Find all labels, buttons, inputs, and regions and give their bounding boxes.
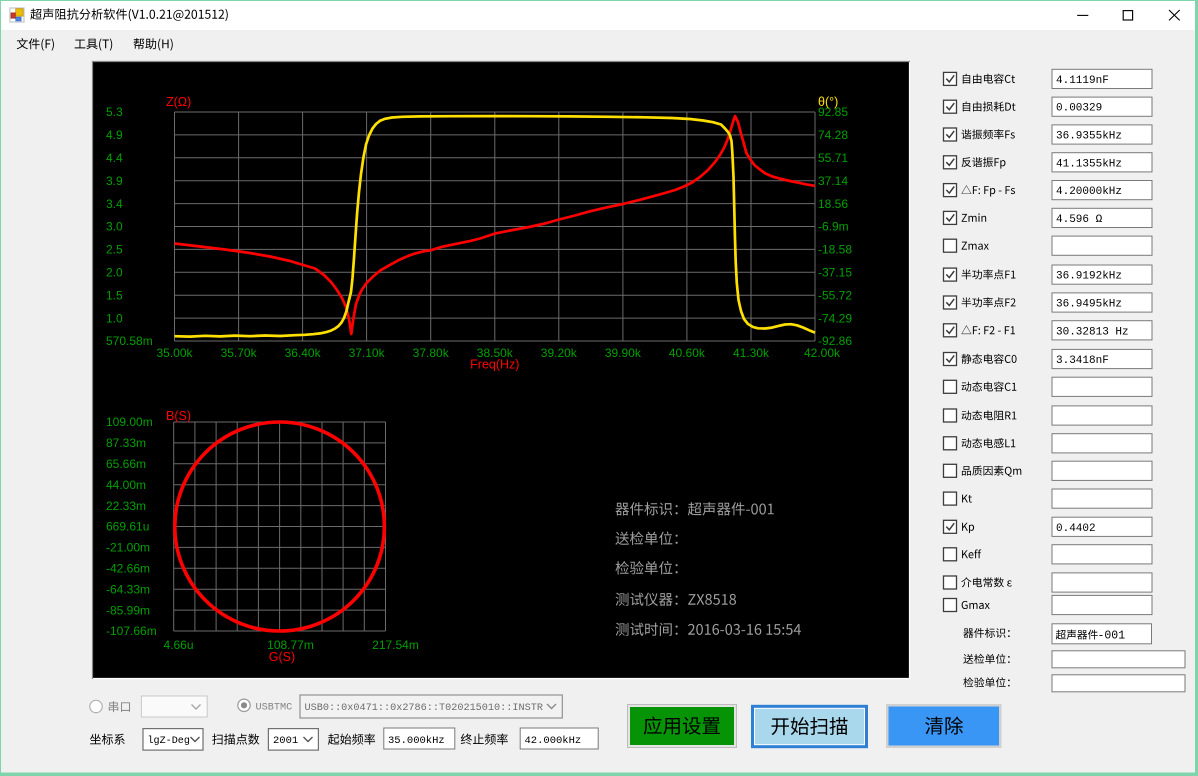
svg-text:-37.15: -37.15: [818, 266, 852, 280]
svg-text:1.5: 1.5: [106, 288, 123, 302]
svg-text:3.9: 3.9: [106, 174, 123, 188]
svg-text:-107.66m: -107.66m: [106, 624, 157, 638]
svg-text:-6.9m: -6.9m: [818, 220, 849, 234]
svg-text:37.10k: 37.10k: [349, 346, 386, 360]
svg-text:22.33m: 22.33m: [106, 499, 146, 513]
svg-text:36.9495kHz: 36.9495kHz: [1056, 299, 1122, 311]
svg-text:Z(Ω): Z(Ω): [166, 95, 191, 109]
svg-text:4.9: 4.9: [106, 128, 123, 142]
svg-text:0.4402: 0.4402: [1056, 523, 1096, 535]
svg-text:lgZ-Deg: lgZ-Deg: [148, 735, 190, 747]
svg-text:39.90k: 39.90k: [605, 346, 642, 360]
svg-text:4.596 Ω: 4.596 Ω: [1056, 214, 1103, 226]
svg-text:-85.99m: -85.99m: [106, 603, 150, 617]
svg-text:35.70k: 35.70k: [221, 346, 258, 360]
svg-text:42.000kHz: 42.000kHz: [525, 735, 582, 747]
svg-text:35.00k: 35.00k: [156, 346, 193, 360]
svg-text:4.4: 4.4: [106, 151, 123, 165]
svg-text:18.56: 18.56: [818, 197, 848, 211]
svg-text:30.32813 Hz: 30.32813 Hz: [1056, 326, 1129, 338]
svg-text:36.9192kHz: 36.9192kHz: [1056, 271, 1122, 283]
svg-text:2.5: 2.5: [106, 243, 123, 257]
svg-text:3.3418nF: 3.3418nF: [1056, 355, 1109, 367]
svg-text:-55.72: -55.72: [818, 288, 852, 302]
svg-text:-21.00m: -21.00m: [106, 541, 150, 555]
svg-text:4.66u: 4.66u: [163, 638, 193, 652]
svg-text:0.00329: 0.00329: [1056, 103, 1102, 115]
svg-text:109.00m: 109.00m: [106, 415, 153, 429]
svg-text:37.14: 37.14: [818, 174, 848, 188]
svg-text:-42.66m: -42.66m: [106, 562, 150, 576]
svg-text:35.000kHz: 35.000kHz: [388, 735, 445, 747]
svg-text:3.0: 3.0: [106, 220, 123, 234]
svg-text:USB0::0x0471::0x2786::T0202150: USB0::0x0471::0x2786::T020215010::INSTR: [305, 703, 543, 714]
svg-text:65.66m: 65.66m: [106, 457, 146, 471]
svg-text:2.0: 2.0: [106, 266, 123, 280]
svg-text:Freq(Hz): Freq(Hz): [470, 358, 519, 372]
svg-text:40.60k: 40.60k: [669, 346, 706, 360]
svg-text:39.20k: 39.20k: [541, 346, 578, 360]
svg-text:1.0: 1.0: [106, 311, 123, 325]
svg-text:41.1355kHz: 41.1355kHz: [1056, 158, 1122, 170]
svg-text:2001: 2001: [273, 735, 298, 747]
svg-text:5.3: 5.3: [106, 105, 123, 119]
svg-text:669.61u: 669.61u: [106, 520, 149, 534]
svg-text:-001: -001: [1098, 630, 1126, 643]
svg-text:3.4: 3.4: [106, 197, 123, 211]
svg-text:37.80k: 37.80k: [413, 346, 450, 360]
svg-text:4.20000kHz: 4.20000kHz: [1056, 186, 1122, 198]
svg-text:-74.29: -74.29: [818, 311, 852, 325]
svg-text:θ(°): θ(°): [818, 95, 838, 109]
svg-text:4.1119nF: 4.1119nF: [1056, 75, 1109, 87]
svg-text:87.33m: 87.33m: [106, 436, 146, 450]
svg-text:44.00m: 44.00m: [106, 478, 146, 492]
svg-text:36.9355kHz: 36.9355kHz: [1056, 131, 1122, 143]
svg-text:217.54m: 217.54m: [372, 638, 419, 652]
svg-text:G(S): G(S): [269, 650, 295, 664]
svg-text:36.40k: 36.40k: [285, 346, 322, 360]
svg-text:41.30k: 41.30k: [733, 346, 770, 360]
svg-text:-18.58: -18.58: [818, 243, 852, 257]
svg-text:74.28: 74.28: [818, 128, 848, 142]
svg-text:-64.33m: -64.33m: [106, 582, 150, 596]
svg-text:570.58m: 570.58m: [106, 334, 153, 348]
svg-text:B(S): B(S): [166, 409, 191, 423]
svg-text:USBTMC: USBTMC: [256, 703, 293, 714]
svg-text:55.71: 55.71: [818, 151, 848, 165]
svg-text:42.00k: 42.00k: [804, 346, 841, 360]
